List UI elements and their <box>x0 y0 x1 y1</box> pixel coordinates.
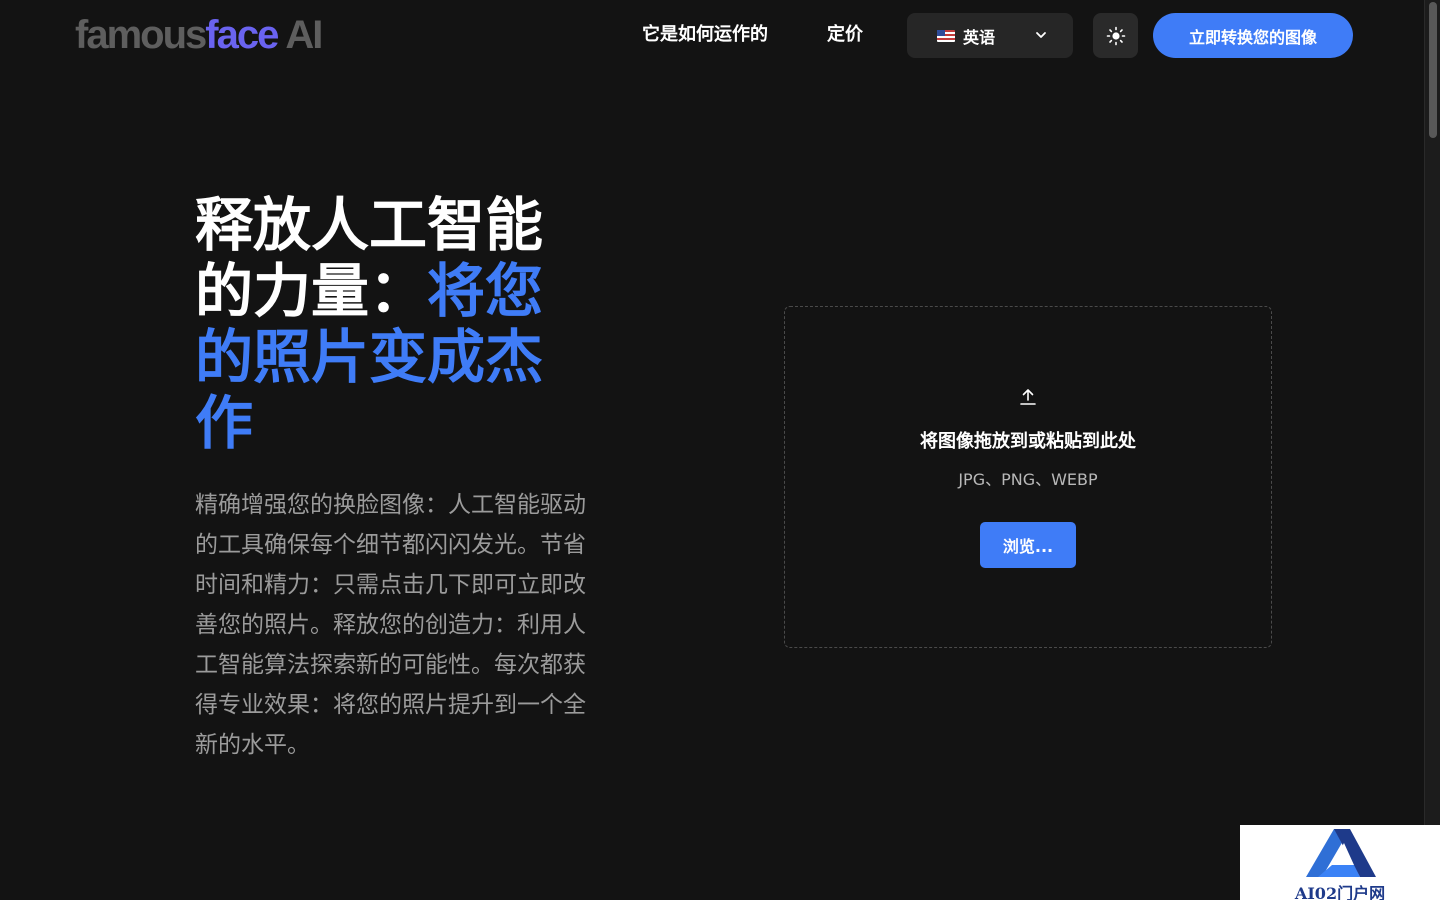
language-select[interactable]: 英语 <box>907 13 1073 58</box>
dropzone-title: 将图像拖放到或粘贴到此处 <box>920 431 1136 452</box>
watermark-text: AI02门户网 <box>1294 884 1386 900</box>
page-scrollbar[interactable] <box>1424 0 1440 900</box>
hero-description: 精确增强您的换脸图像：人工智能驱动的工具确保每个细节都闪闪发光。节省时间和精力：… <box>195 492 586 758</box>
logo-ai: AI <box>285 13 323 57</box>
us-flag-icon <box>937 29 955 42</box>
browse-button[interactable]: 浏览... <box>980 522 1076 568</box>
scrollbar-thumb[interactable] <box>1429 2 1437 138</box>
hero-title: 释放人工智能的力量：将您的照片变成杰作 <box>195 192 575 456</box>
image-dropzone[interactable]: 将图像拖放到或粘贴到此处 JPG、PNG、WEBP 浏览... <box>784 306 1272 648</box>
upload-arrow-icon <box>1020 389 1036 405</box>
brand-logo[interactable]: famousface AI <box>75 12 323 58</box>
logo-famous: famous <box>75 13 207 57</box>
dropzone-formats: JPG、PNG、WEBP <box>958 470 1098 489</box>
sun-icon <box>1106 26 1125 45</box>
nav-pricing[interactable]: 定价 <box>827 22 863 48</box>
language-selected-label: 英语 <box>963 27 996 47</box>
page: famousface AI 它是如何运作的 定价 英语 立即转换您的图像 释放人工 <box>0 0 1440 900</box>
watermark: AI02门户网 <box>1240 825 1440 900</box>
logo-face: face <box>205 13 279 57</box>
theme-toggle-button[interactable] <box>1093 13 1138 58</box>
chevron-down-icon <box>1036 32 1046 38</box>
nav-how-it-works[interactable]: 它是如何运作的 <box>642 22 768 48</box>
convert-image-button[interactable]: 立即转换您的图像 <box>1153 13 1353 58</box>
watermark-logo-icon <box>1306 829 1376 877</box>
